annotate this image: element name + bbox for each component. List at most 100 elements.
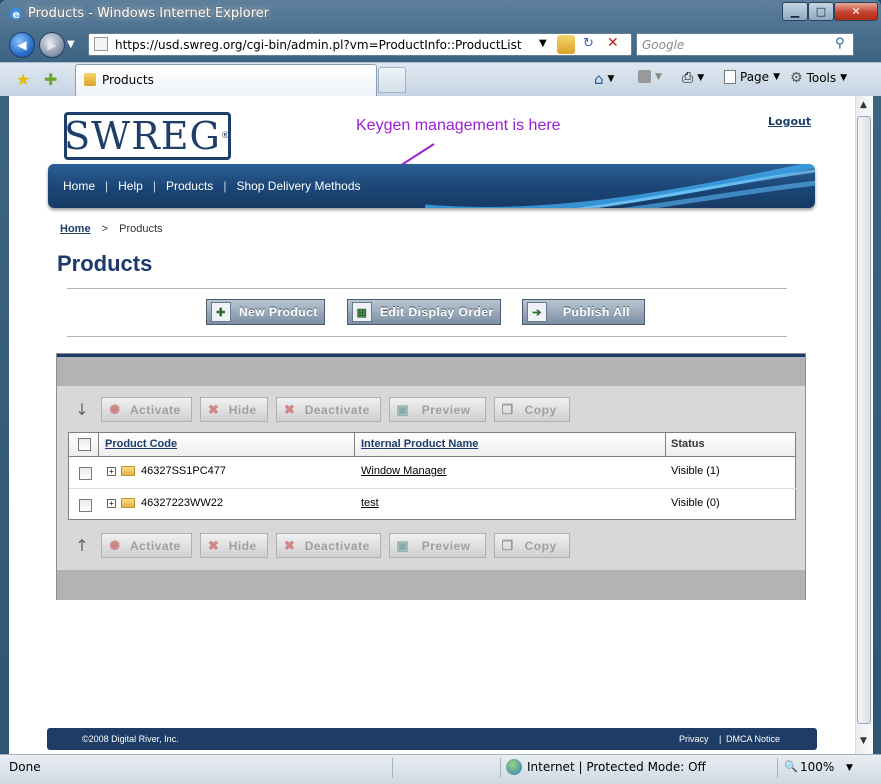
lock-icon[interactable] (557, 35, 575, 54)
refresh-icon[interactable]: ↻ (583, 36, 594, 51)
copy-button-top[interactable]: ❐ Copy (493, 397, 570, 422)
logo-text: SWREG (64, 114, 221, 158)
window-title: Products - Windows Internet Explorer (28, 6, 270, 21)
breadcrumb-home-link[interactable]: Home (60, 223, 91, 235)
dmca-link[interactable]: DMCA Notice (726, 734, 780, 744)
print-button[interactable]: ⎙ ▼ (682, 70, 704, 86)
activate-label: Activate (130, 402, 181, 417)
expand-icon[interactable]: + (107, 467, 116, 476)
product-code: 46327SS1PC477 (141, 465, 227, 477)
publish-all-button[interactable]: ➔ Publish All (522, 299, 646, 325)
copy-label: Copy (524, 538, 557, 553)
gear-icon: ⚙ (790, 70, 803, 86)
table-row: + 46327SS1PC477 Window Manager Visible (… (69, 457, 797, 489)
nav-home[interactable]: Home (63, 179, 95, 193)
page-menu-label: Page (740, 70, 770, 84)
tools-menu[interactable]: ⚙ Tools ▼ (790, 70, 847, 86)
rss-icon (638, 70, 651, 83)
product-name-link[interactable]: Window Manager (361, 465, 447, 477)
feeds-button[interactable]: ▼ (638, 70, 662, 83)
tab-row: ★ ✚ Products ⌂ ▼ ▼ ⎙ ▼ Page ▼ ⚙ Tools ▼ (0, 62, 881, 96)
close-button[interactable]: ✕ (834, 2, 878, 21)
minimize-button[interactable]: ▁ (782, 2, 808, 21)
hide-icon: ✖ (207, 401, 220, 417)
new-tab-button[interactable] (378, 67, 406, 93)
zoom-icon: 🔍 (784, 760, 798, 773)
stop-icon[interactable]: ✕ (607, 35, 619, 51)
hide-label: Hide (228, 538, 257, 553)
preview-button-top[interactable]: ▣ Preview (388, 397, 486, 422)
product-code-header[interactable]: Product Code (105, 438, 177, 450)
privacy-link[interactable]: Privacy (679, 734, 709, 744)
page-menu[interactable]: Page ▼ (724, 70, 780, 84)
address-bar[interactable]: https://usd.swreg.org/cgi-bin/admin.pl?v… (88, 33, 632, 56)
recent-pages-dropdown-icon[interactable]: ▼ (67, 39, 75, 50)
page-footer: ©2008 Digital River, Inc. Privacy | DMCA… (47, 728, 817, 750)
activate-button-bottom[interactable]: ✺ Activate (101, 533, 192, 558)
copyright-text: ©2008 Digital River, Inc. (82, 734, 179, 744)
title-bar: e Products - Windows Internet Explorer ▁… (0, 0, 881, 28)
top-toolbar: ↓ ✺ Activate ✖ Hide ✖ Deactivate ▣ Preview ❐… (71, 397, 570, 422)
nav-help[interactable]: Help (118, 179, 143, 193)
internet-zone-icon (506, 759, 522, 775)
nav-products[interactable]: Products (166, 179, 213, 193)
ie-logo-icon: e (10, 8, 22, 21)
row-checkbox[interactable] (79, 499, 92, 512)
search-icon[interactable]: ⚲ (835, 36, 845, 51)
new-product-button[interactable]: ✚ New Product (206, 299, 325, 325)
maximize-button[interactable]: □ (808, 2, 834, 21)
zoom-dropdown-icon[interactable]: ▼ (846, 763, 853, 773)
back-button[interactable]: ◀ (9, 32, 35, 58)
hide-label: Hide (228, 402, 257, 417)
copy-button-bottom[interactable]: ❐ Copy (493, 533, 570, 558)
address-dropdown-icon[interactable]: ▼ (539, 38, 547, 49)
select-all-checkbox[interactable] (78, 438, 91, 451)
preview-icon: ▣ (396, 537, 410, 553)
logout-link[interactable]: Logout (768, 115, 811, 128)
address-url[interactable]: https://usd.swreg.org/cgi-bin/admin.pl?v… (115, 38, 522, 52)
product-name-link[interactable]: test (361, 497, 379, 509)
expand-icon[interactable]: + (107, 499, 116, 508)
scroll-up-icon[interactable]: ▲ (860, 100, 867, 110)
tab-products[interactable]: Products (75, 64, 377, 96)
panel-footer (57, 570, 805, 600)
activate-label: Activate (130, 538, 181, 553)
preview-button-bottom[interactable]: ▣ Preview (388, 533, 486, 558)
nav-shop-delivery-methods[interactable]: Shop Delivery Methods (236, 179, 360, 193)
up-arrow-icon: ↑ (75, 536, 89, 555)
swreg-logo[interactable]: SWREG ® (64, 112, 231, 160)
deactivate-button-bottom[interactable]: ✖ Deactivate (275, 533, 381, 558)
home-button[interactable]: ⌂ ▼ (594, 70, 614, 88)
zoom-level[interactable]: 100% (800, 760, 834, 774)
new-product-label: New Product (239, 305, 318, 319)
deactivate-button-top[interactable]: ✖ Deactivate (275, 397, 381, 422)
scrollbar-thumb[interactable] (857, 116, 871, 724)
row-checkbox[interactable] (79, 467, 92, 480)
folder-icon (121, 466, 135, 476)
hide-button-bottom[interactable]: ✖ Hide (199, 533, 268, 558)
activate-button-top[interactable]: ✺ Activate (101, 397, 192, 422)
breadcrumb-separator: > (101, 223, 109, 235)
add-favorites-icon[interactable]: ✚ (44, 70, 57, 89)
product-status: Visible (0) (671, 497, 720, 509)
nav-swoosh-decoration (425, 164, 815, 208)
forward-button[interactable]: ▶ (39, 32, 65, 58)
scroll-down-icon[interactable]: ▼ (860, 736, 867, 746)
tools-menu-label: Tools (806, 71, 837, 85)
page-title: Products (57, 251, 153, 276)
product-code: 46327223WW22 (141, 497, 223, 509)
activate-icon: ✺ (109, 537, 121, 553)
divider (67, 336, 787, 337)
preview-icon: ▣ (396, 401, 410, 417)
edit-display-order-button[interactable]: ▦ Edit Display Order (347, 299, 501, 325)
hide-button-top[interactable]: ✖ Hide (199, 397, 268, 422)
tab-label: Products (102, 73, 154, 87)
activate-icon: ✺ (109, 401, 121, 417)
favorites-star-icon[interactable]: ★ (16, 70, 30, 89)
name-header-cell: Internal Product Name (355, 433, 666, 456)
security-zone[interactable]: Internet | Protected Mode: Off (527, 760, 706, 774)
search-box[interactable]: Google ⚲ (636, 33, 854, 56)
page-icon (94, 37, 108, 51)
search-input[interactable]: Google (642, 38, 684, 52)
internal-name-header[interactable]: Internal Product Name (361, 438, 478, 450)
